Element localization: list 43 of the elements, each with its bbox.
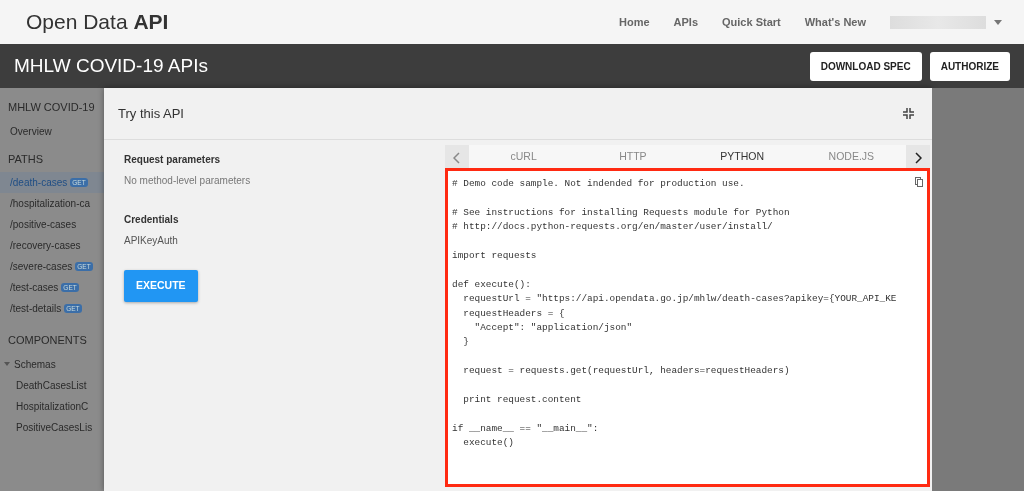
section-heading: PATHS [7,151,45,167]
code-tab[interactable]: HTTP [578,145,688,168]
path-label: /test-details [10,303,62,314]
sidebar-link[interactable]: Overview [0,120,104,142]
path-label: /severe-cases [10,261,73,272]
path-label: /recovery-cases [10,240,81,251]
copy-icon[interactable] [915,177,923,187]
schema-item[interactable]: PositiveCasesLis [0,416,104,438]
field-label: Request parameters [124,153,222,167]
nav-link[interactable]: What's New [804,13,866,31]
schema-item[interactable]: DeathCasesList [0,374,104,396]
caret-icon[interactable] [4,361,10,367]
field-value: No method-level parameters [124,174,252,188]
header-button[interactable]: DOWNLOAD SPEC [809,51,922,81]
code-tab[interactable]: NODE.JS [796,145,906,168]
schema-item[interactable]: HospitalizationC [0,395,104,417]
execute-button[interactable]: EXECUTE [124,270,198,302]
path-label: /hospitalization-ca [10,198,91,209]
chevron-right-icon[interactable] [906,145,930,168]
path-item[interactable]: /hospitalization-ca [0,193,104,214]
tree-group[interactable]: Schemas [0,353,104,375]
header-button[interactable]: AUTHORIZE [929,51,1010,81]
dialog-title: Try this API [118,104,184,123]
field-label: Credentials [124,213,180,227]
section-heading: COMPONENTS [7,333,88,348]
path-label: /death-cases [10,177,68,188]
sidebar-title: MHLW COVID-19 [7,100,96,115]
brand-logo[interactable]: Open Data API [26,6,169,38]
path-label: /test-cases [10,282,59,293]
path-label: /positive-cases [10,219,77,230]
caret-icon[interactable] [994,19,1002,25]
nav-link[interactable]: Quick Start [722,13,781,31]
nav-link[interactable]: APIs [673,13,698,31]
nav-link[interactable]: Home [619,13,650,31]
code-tab[interactable]: PYTHON [687,145,797,168]
code-tab[interactable]: cURL [469,145,579,168]
page-title: MHLW COVID-19 APIs [14,53,208,78]
tree-label: Schemas [14,357,56,372]
path-item[interactable]: /positive-cases [0,214,104,235]
field-value: APIKeyAuth [124,234,179,248]
path-item[interactable]: /recovery-cases [0,235,104,256]
code-text: # Demo code sample. Not indended for production use. # See instructions for installing Requests module for Python # http://docs.python-requests.org/en/master/user/install/ import requests def execute(): requestUrl = "https://api.opendata.go.jp/mhlw/death-cases?apikey={YOUR_API_KE requestHeaders = { "Accept": "application/json" } request = requests.get(requestUrl, headers=requestHeaders) print request.content if __name__ == "__main__": execute() [452,177,898,451]
collapse-icon[interactable] [903,108,914,119]
